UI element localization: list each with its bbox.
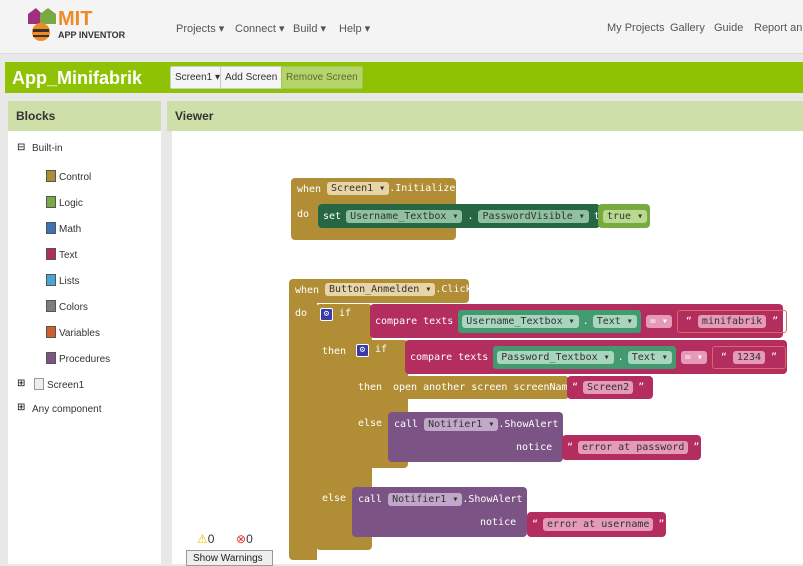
text-block[interactable]: “error at password” [562, 435, 701, 460]
call-notifier-showalert[interactable]: call Notifier1 ▾ .ShowAlert notice [352, 487, 527, 537]
warning-icon: ⚠ [197, 532, 208, 546]
builtin-label[interactable]: Built-in [32, 143, 63, 154]
color-swatch-icon [46, 352, 56, 364]
compare-texts-block[interactable]: compare texts Password_Textbox ▾. Text ▾ … [405, 340, 787, 374]
gear-icon[interactable]: ⚙ [320, 308, 333, 321]
project-title: App_Minifabrik [12, 68, 143, 88]
link-guide[interactable]: Guide [714, 22, 743, 34]
color-swatch-icon [46, 248, 56, 260]
color-swatch-icon [46, 274, 56, 286]
logo[interactable]: MIT APP INVENTOR [26, 8, 125, 47]
error-icon: ⊗ [236, 532, 247, 546]
color-swatch-icon [46, 196, 56, 208]
menu-connect[interactable]: Connect ▾ [235, 22, 285, 35]
expand-icon[interactable]: ⊞ [17, 402, 25, 413]
drawer-lists[interactable]: Lists [46, 274, 80, 287]
menu-help[interactable]: Help ▾ [339, 22, 370, 35]
open-another-screen-block[interactable]: open another screen screenName [388, 376, 574, 399]
color-swatch-icon [46, 326, 56, 338]
text-block[interactable]: “error at username” [527, 512, 666, 537]
link-my-projects[interactable]: My Projects [607, 22, 664, 34]
set-property-block[interactable]: setUsername_Textbox ▾.PasswordVisible ▾t… [318, 204, 606, 228]
color-swatch-icon [46, 300, 56, 312]
expand-icon[interactable]: ⊞ [17, 378, 25, 389]
logic-true-block[interactable]: true ▾ [598, 204, 650, 228]
screen-select[interactable]: Screen1 ▾ [170, 66, 226, 89]
component-dropdown[interactable]: Button_Anmelden ▾ [325, 283, 436, 296]
text-block[interactable]: “Screen2” [567, 376, 653, 399]
viewer-header: Viewer [167, 101, 803, 131]
top-bar: MIT APP INVENTOR Projects ▾ Connect ▾ Bu… [0, 0, 803, 54]
menu-build[interactable]: Build ▾ [293, 22, 326, 35]
screen-icon [34, 378, 44, 390]
drawer-text[interactable]: Text [46, 248, 77, 261]
drawer-colors[interactable]: Colors [46, 300, 88, 313]
drawer-control[interactable]: Control [46, 170, 91, 183]
collapse-icon[interactable]: ⊟ [17, 142, 25, 153]
drawer-logic[interactable]: Logic [46, 196, 83, 209]
drawer-variables[interactable]: Variables [46, 326, 100, 339]
component-dropdown[interactable]: Screen1 ▾ [327, 182, 390, 195]
drawer-procedures[interactable]: Procedures [46, 352, 110, 365]
link-report-issue[interactable]: Report an Issue [754, 22, 803, 34]
gear-icon[interactable]: ⚙ [356, 344, 369, 357]
property-dropdown[interactable]: PasswordVisible ▾ [478, 209, 589, 223]
blocks-panel [8, 131, 161, 564]
call-notifier-showalert[interactable]: call Notifier1 ▾ .ShowAlert notice [388, 412, 563, 462]
errors-indicator: ⊗0 [236, 532, 253, 546]
color-swatch-icon [46, 222, 56, 234]
remove-screen-button[interactable]: Remove Screen [281, 66, 363, 89]
warnings-indicator: ⚠0 [197, 532, 215, 546]
drawer-math[interactable]: Math [46, 222, 81, 235]
compare-texts-block[interactable]: compare texts Username_Textbox ▾. Text ▾ … [370, 304, 788, 338]
blocks-header: Blocks [8, 101, 161, 131]
menu-projects[interactable]: Projects ▾ [176, 22, 224, 35]
tree-any-component[interactable]: Any component [32, 404, 102, 415]
component-dropdown[interactable]: Username_Textbox ▾ [346, 209, 463, 223]
app-inventor-logo-icon [28, 8, 56, 41]
color-swatch-icon [46, 170, 56, 182]
tree-screen1[interactable]: Screen1 [34, 378, 84, 391]
link-gallery[interactable]: Gallery [670, 22, 705, 34]
